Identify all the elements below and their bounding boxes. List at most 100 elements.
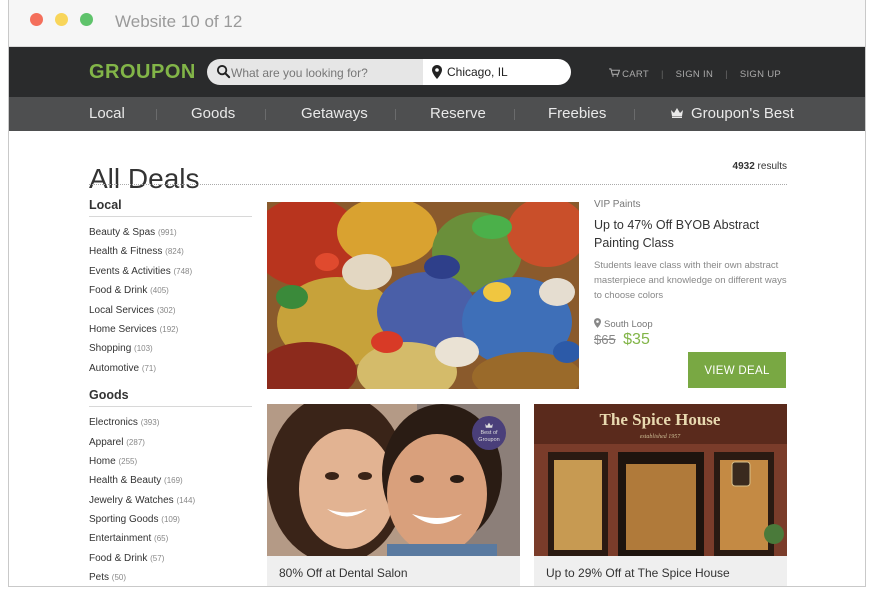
sidebar-item-count: (169) (164, 476, 183, 486)
deal-card[interactable]: Best of Groupon 80% Off at Dental Salon (267, 404, 520, 586)
nav-divider (634, 109, 635, 120)
sidebar-item-label: Food & Drink (89, 285, 148, 297)
browser-window: Website 10 of 12 GROUPON Chicago, IL CAR… (8, 0, 866, 587)
cart-label: CART (622, 68, 649, 80)
storefront-sign-text: The Spice House (600, 410, 721, 429)
sidebar-item-count: (405) (150, 286, 169, 296)
sidebar-item[interactable]: Health & Fitness (824) (89, 245, 252, 264)
sidebar-item-count: (192) (159, 324, 179, 334)
sidebar-item-label: Shopping (89, 343, 132, 355)
groupon-logo[interactable]: GROUPON (89, 61, 196, 84)
sidebar-item[interactable]: Electronics (393) (89, 416, 252, 435)
sidebar-item-label: Electronics (89, 417, 138, 429)
results-count: 4932 results (733, 161, 787, 172)
link-separator: | (725, 68, 728, 80)
nav-item-getaways[interactable]: Getaways (301, 105, 368, 122)
featured-deal-title[interactable]: Up to 47% Off BYOB Abstract Painting Cla… (594, 216, 794, 252)
sidebar-item[interactable]: Home Services (192) (89, 323, 252, 342)
nav-item-reserve[interactable]: Reserve (430, 105, 486, 122)
sidebar-item-count: (50) (111, 573, 127, 583)
sidebar-item[interactable]: Home (255) (89, 455, 252, 474)
nav-item-goods[interactable]: Goods (191, 105, 235, 122)
sidebar-item-label: Home Services (89, 323, 157, 335)
title-divider (89, 184, 787, 185)
cart-link[interactable]: CART (609, 68, 649, 80)
sidebar-item[interactable]: Food & Drink (405) (89, 284, 252, 303)
window-title: Website 10 of 12 (115, 12, 243, 31)
sidebar-item[interactable]: Events & Activities (748) (89, 265, 252, 284)
category-nav: Local Goods Getaways Reserve Freebies Gr… (9, 97, 865, 131)
featured-deal-image[interactable] (267, 202, 579, 389)
deal-location-text: South Loop (604, 319, 653, 330)
sidebar-item[interactable]: Beauty & Spas (991) (89, 226, 252, 245)
close-window-button[interactable] (30, 13, 43, 26)
sidebar-item[interactable]: Automotive (71) (89, 362, 252, 381)
abstract-painting-image (267, 202, 579, 389)
deal-card-image: Best of Groupon (267, 404, 520, 556)
storefront-sign-subtext: established 1957 (640, 434, 681, 440)
results-label: results (757, 161, 787, 172)
sign-in-link[interactable]: SIGN IN (676, 69, 713, 80)
header-links: CART | SIGN IN | SIGN UP (609, 68, 781, 80)
category-sidebar: Local Beauty & Spas (991) Health & Fitne… (89, 198, 252, 586)
search-input[interactable] (229, 62, 418, 84)
sidebar-item-count: (71) (141, 363, 157, 373)
location-value: Chicago, IL (447, 65, 508, 79)
sidebar-item-count: (991) (157, 228, 177, 237)
cart-icon (609, 68, 621, 77)
page-title: All Deals (89, 162, 200, 194)
badge-line1: Best of (480, 430, 498, 436)
sidebar-heading-goods: Goods (89, 388, 252, 408)
site-header: GROUPON Chicago, IL CART | SIGN I (9, 47, 865, 97)
best-of-groupon-badge: Best of Groupon (472, 416, 506, 450)
storefront-image: The Spice House established 1957 (534, 404, 787, 556)
sidebar-item-count: (287) (126, 437, 145, 447)
search-box[interactable] (207, 59, 423, 85)
crown-icon (671, 108, 683, 118)
nav-divider (265, 109, 266, 120)
featured-deal-description: Students leave class with their own abst… (594, 260, 787, 301)
deal-card-caption[interactable]: 80% Off at Dental Salon (267, 556, 520, 586)
sidebar-item[interactable]: Health & Beauty (169) (89, 474, 252, 493)
minimize-window-button[interactable] (55, 13, 68, 26)
sidebar-item-count: (65) (154, 534, 169, 544)
deal-card-caption[interactable]: Up to 29% Off at The Spice House (534, 556, 787, 586)
original-price: $65 (594, 332, 616, 347)
crown-icon (485, 422, 493, 428)
window-titlebar: Website 10 of 12 (9, 0, 865, 47)
sidebar-item-count: (109) (161, 515, 180, 525)
sidebar-item-label: Events & Activities (89, 265, 171, 277)
nav-item-freebies[interactable]: Freebies (548, 105, 606, 122)
sidebar-item-label: Health & Fitness (89, 246, 163, 258)
sidebar-item[interactable]: Jewelry & Watches (144) (89, 494, 252, 513)
sidebar-item[interactable]: Pets (50) (89, 571, 252, 586)
location-field[interactable]: Chicago, IL (423, 59, 571, 85)
map-pin-icon (594, 318, 601, 328)
sidebar-item[interactable]: Shopping (103) (89, 342, 252, 361)
sidebar-item[interactable]: Entertainment (65) (89, 532, 252, 551)
deal-card[interactable]: The Spice House established 1957 Up to 2… (534, 404, 787, 586)
results-number: 4932 (732, 161, 755, 172)
sidebar-item-count: (255) (118, 456, 138, 466)
sidebar-item-label: Pets (89, 572, 110, 584)
view-deal-button[interactable]: VIEW DEAL (688, 352, 786, 388)
sign-up-link[interactable]: SIGN UP (740, 69, 781, 80)
nav-divider (514, 109, 515, 120)
link-separator: | (660, 68, 664, 80)
sidebar-item[interactable]: Apparel (287) (89, 436, 252, 455)
deal-card-image: The Spice House established 1957 (534, 404, 787, 556)
deal-prices: $65 $35 (594, 331, 650, 349)
sidebar-item-count: (748) (173, 266, 193, 276)
merchant-name: VIP Paints (594, 199, 641, 210)
nav-item-local[interactable]: Local (89, 105, 125, 122)
maximize-window-button[interactable] (80, 13, 93, 26)
sidebar-item-label: Food & Drink (89, 552, 148, 564)
sidebar-item[interactable]: Local Services (302) (89, 304, 252, 323)
featured-deal-info: VIP Paints Up to 47% Off BYOB Abstract P… (594, 199, 794, 303)
sidebar-item[interactable]: Sporting Goods (109) (89, 513, 252, 532)
sidebar-item-label: Health & Beauty (89, 475, 162, 487)
sidebar-item[interactable]: Food & Drink (57) (89, 552, 252, 571)
nav-item-groupons-best[interactable]: Groupon's Best (670, 105, 794, 122)
badge-line2: Groupon (478, 437, 500, 443)
nav-item-label: Groupon's Best (691, 105, 794, 122)
